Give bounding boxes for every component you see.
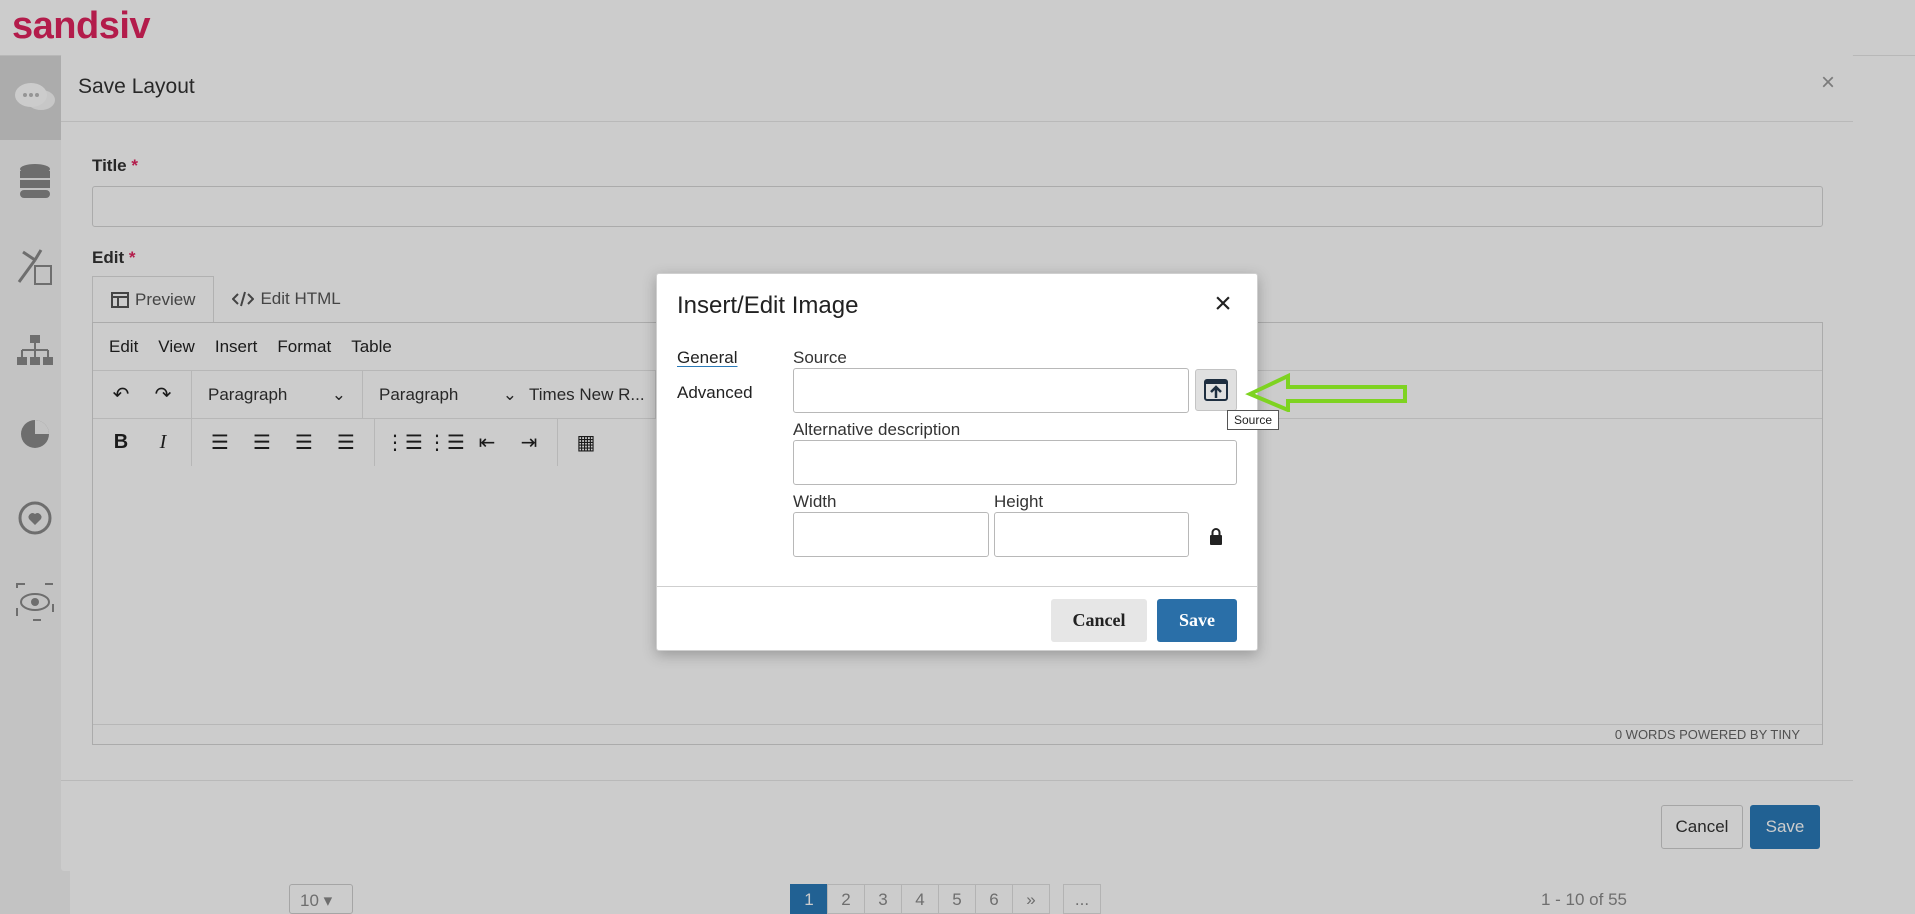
annotation-arrow-icon <box>1245 372 1407 412</box>
constrain-proportions-button[interactable] <box>1201 521 1231 551</box>
lock-icon <box>1210 528 1222 545</box>
close-icon[interactable]: × <box>1207 288 1239 320</box>
upload-image-icon <box>1204 379 1228 401</box>
browse-button[interactable] <box>1195 369 1237 411</box>
tab-advanced[interactable]: Advanced <box>677 383 753 403</box>
tab-general[interactable]: General <box>677 348 737 368</box>
height-label: Height <box>994 492 1044 511</box>
alt-description-input[interactable] <box>793 440 1237 485</box>
save-button[interactable]: Save <box>1157 599 1237 642</box>
divider <box>657 586 1257 587</box>
width-label: Width <box>793 492 837 511</box>
dialog-title: Insert/Edit Image <box>677 292 859 319</box>
source-input[interactable] <box>793 368 1189 413</box>
alt-description-label: Alternative description <box>793 420 961 439</box>
source-tooltip: Source <box>1227 410 1280 430</box>
height-input[interactable] <box>994 512 1189 557</box>
source-label: Source <box>793 348 847 367</box>
insert-image-dialog: Insert/Edit Image × General Advanced Sou… <box>656 273 1258 651</box>
cancel-button[interactable]: Cancel <box>1051 599 1147 642</box>
width-input[interactable] <box>793 512 989 557</box>
